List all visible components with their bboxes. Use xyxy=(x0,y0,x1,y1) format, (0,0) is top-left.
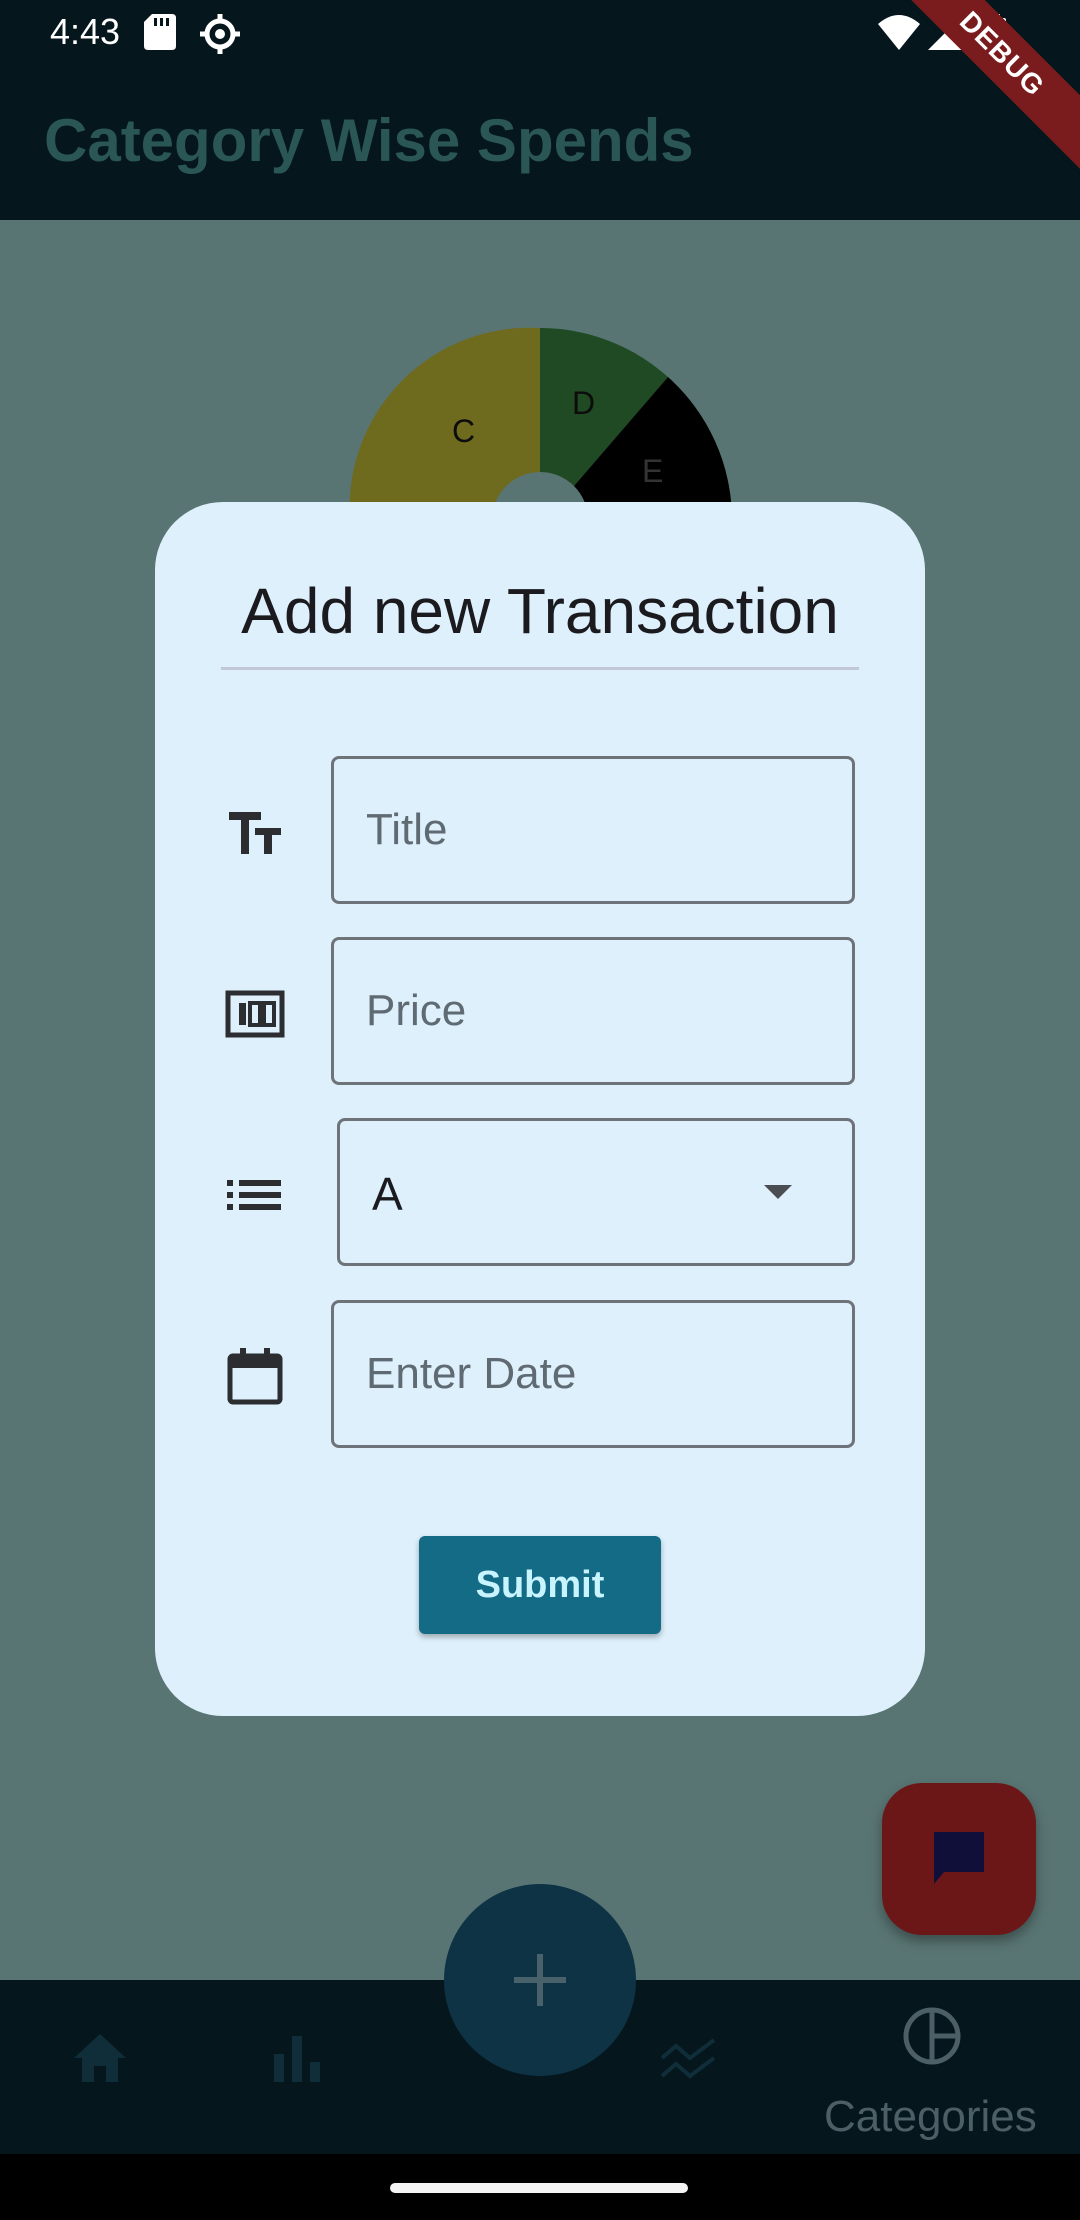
nav-item-stats[interactable] xyxy=(240,1980,360,2154)
page-title: Category Wise Spends xyxy=(44,107,694,174)
nav-item-categories[interactable]: Categories xyxy=(800,1980,1060,2154)
chat-fab[interactable] xyxy=(882,1783,1036,1935)
title-field[interactable] xyxy=(331,756,855,904)
home-gesture-bar[interactable] xyxy=(390,2183,688,2193)
nav-item-trends[interactable] xyxy=(640,1980,760,2154)
list-icon xyxy=(225,1164,285,1224)
sd-card-icon xyxy=(144,14,176,55)
pie-label-d: D xyxy=(572,385,595,421)
title-row xyxy=(155,756,925,908)
category-row: A xyxy=(155,1118,925,1270)
status-time: 4:43 xyxy=(50,11,121,52)
dialog-title: Add new Transaction xyxy=(241,575,839,647)
text-fields-icon xyxy=(225,802,285,862)
stacked-line-icon xyxy=(660,2038,716,2079)
system-nav-bar xyxy=(0,2154,1080,2220)
date-row xyxy=(155,1300,925,1452)
price-row xyxy=(155,937,925,1089)
chat-icon xyxy=(934,1832,984,1884)
wifi-icon xyxy=(878,14,920,55)
pie-label-e: E xyxy=(642,453,663,489)
app-bar: Category Wise Spends xyxy=(0,64,1080,220)
add-transaction-dialog: Add new Transaction A Submit xyxy=(155,502,925,1716)
price-field[interactable] xyxy=(331,937,855,1085)
pie-chart-icon xyxy=(903,2007,961,2065)
date-field[interactable] xyxy=(331,1300,855,1448)
category-selected-value: A xyxy=(372,1168,403,1220)
category-dropdown[interactable]: A xyxy=(337,1118,855,1266)
dropdown-arrow-icon xyxy=(764,1185,792,1199)
category-pie-chart: C D E xyxy=(349,327,732,520)
home-icon xyxy=(74,2034,126,2082)
money-icon xyxy=(225,983,285,1043)
pie-label-c: C xyxy=(452,413,475,449)
status-bar: 4:43 xyxy=(0,0,1080,64)
plus-icon xyxy=(514,1954,566,2006)
nav-item-home[interactable] xyxy=(40,1980,160,2154)
add-transaction-fab[interactable] xyxy=(444,1884,636,2076)
submit-button[interactable]: Submit xyxy=(419,1536,661,1634)
pie-slice-c-top xyxy=(349,328,540,520)
divider xyxy=(221,667,859,670)
settings-icon xyxy=(200,14,240,59)
nav-label-categories: Categories xyxy=(824,2092,1037,2141)
calendar-icon xyxy=(225,1346,285,1406)
bar-chart-icon xyxy=(274,2036,320,2082)
